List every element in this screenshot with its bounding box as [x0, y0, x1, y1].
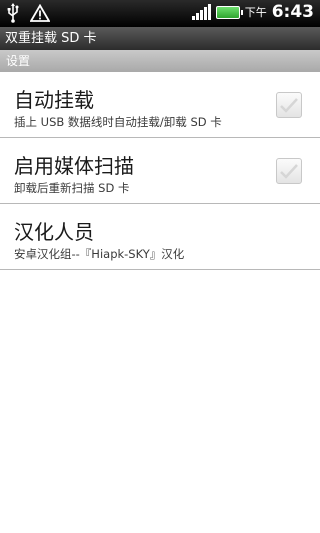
usb-icon [6, 3, 20, 27]
media-scan-checkbox[interactable] [276, 158, 302, 184]
setting-summary: 插上 USB 数据线时自动挂载/卸载 SD 卡 [14, 115, 222, 129]
setting-title: 汉化人员 [14, 220, 94, 244]
checkmark-icon [280, 98, 298, 113]
auto-mount-setting[interactable]: 自动挂载 插上 USB 数据线时自动挂载/卸载 SD 卡 [0, 72, 320, 138]
settings-section-header: 设置 [0, 50, 320, 72]
warning-icon [29, 3, 51, 26]
translators-info[interactable]: 汉化人员 安卓汉化组--『Hiapk-SKY』汉化 [0, 204, 320, 270]
app-title-bar: 双重挂载 SD 卡 [0, 27, 320, 50]
status-bar-system: 下午 6:43 [191, 2, 314, 22]
app-title: 双重挂载 SD 卡 [5, 31, 97, 46]
checkmark-icon [280, 164, 298, 179]
clock: 6:43 [271, 2, 314, 22]
status-bar-notifications [6, 3, 51, 27]
setting-title: 自动挂载 [14, 88, 94, 112]
setting-title: 启用媒体扫描 [14, 154, 134, 178]
setting-summary: 卸载后重新扫描 SD 卡 [14, 181, 130, 195]
empty-area [0, 270, 320, 533]
media-scan-setting[interactable]: 启用媒体扫描 卸载后重新扫描 SD 卡 [0, 138, 320, 204]
section-header-label: 设置 [6, 54, 31, 68]
auto-mount-checkbox[interactable] [276, 92, 302, 118]
settings-list: 自动挂载 插上 USB 数据线时自动挂载/卸载 SD 卡 启用媒体扫描 卸载后重… [0, 72, 320, 270]
setting-summary: 安卓汉化组--『Hiapk-SKY』汉化 [14, 247, 185, 261]
time-period: 下午 [244, 6, 267, 19]
status-bar: 下午 6:43 [0, 0, 320, 27]
signal-icon [191, 4, 211, 20]
battery-icon [215, 5, 243, 19]
